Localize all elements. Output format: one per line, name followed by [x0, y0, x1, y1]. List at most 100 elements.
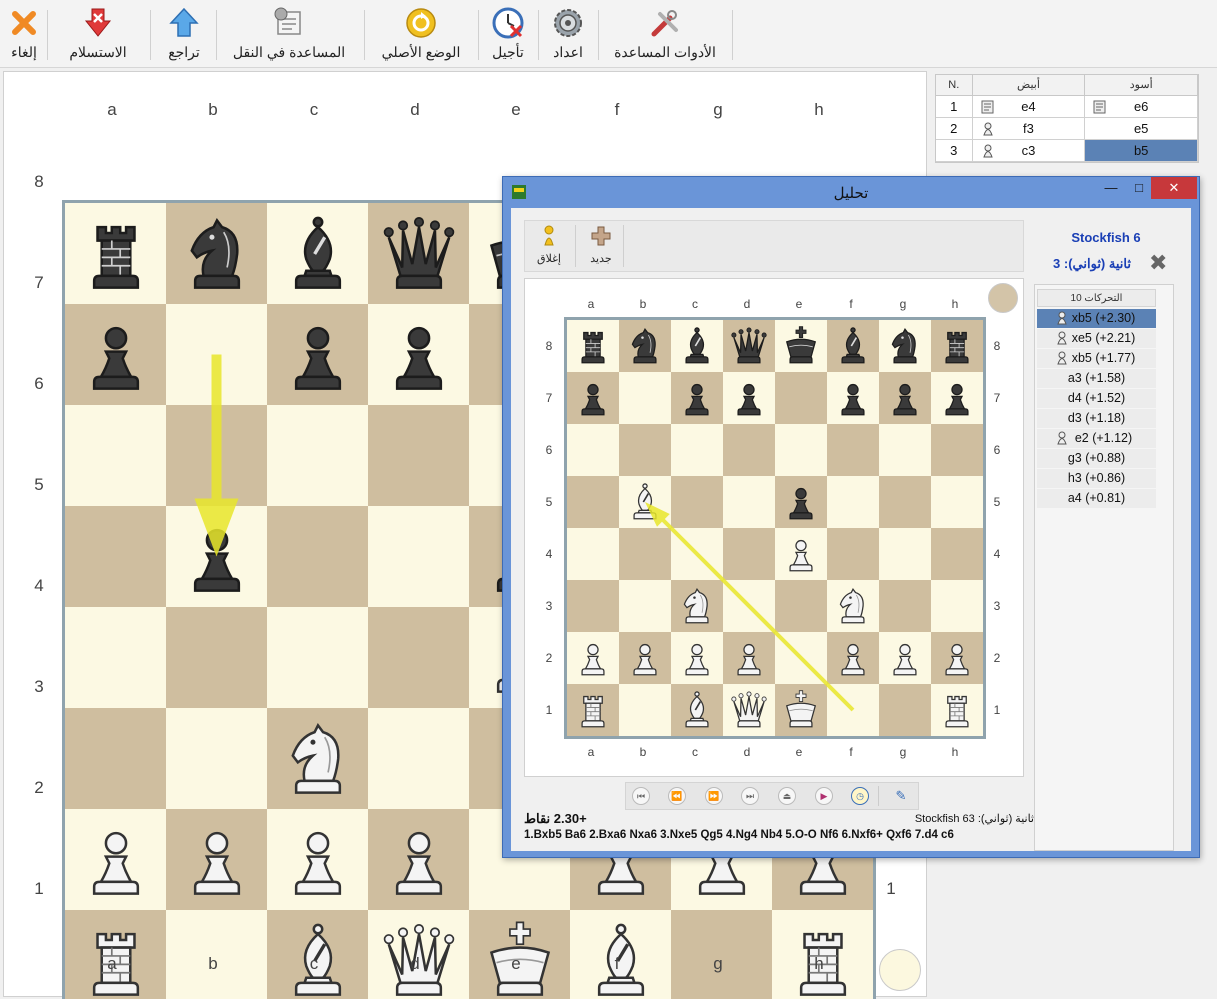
- board-square[interactable]: [65, 708, 166, 809]
- board-square[interactable]: [879, 320, 931, 372]
- board-square[interactable]: [671, 476, 723, 528]
- white-king-icon[interactable]: [780, 689, 822, 731]
- white-pawn-icon[interactable]: [377, 818, 461, 902]
- move-cell-black[interactable]: e6: [1084, 95, 1198, 118]
- board-square[interactable]: [567, 320, 619, 372]
- clock-icon[interactable]: ◷: [851, 787, 869, 805]
- board-square[interactable]: [827, 528, 879, 580]
- board-square[interactable]: [671, 632, 723, 684]
- board-square[interactable]: [267, 708, 368, 809]
- move-cell-white[interactable]: f3: [972, 117, 1086, 140]
- white-pawn-icon[interactable]: [624, 637, 666, 679]
- move-row[interactable]: 3 c3 b5: [936, 139, 1198, 162]
- original-position-button[interactable]: الوضع الأصلي: [372, 4, 470, 64]
- board-square[interactable]: [368, 607, 469, 708]
- black-pawn-icon[interactable]: [728, 377, 770, 419]
- board-square[interactable]: [619, 320, 671, 372]
- engine-move-item[interactable]: e2 (+1.12): [1037, 429, 1156, 448]
- board-square[interactable]: [619, 424, 671, 476]
- board-square[interactable]: [567, 632, 619, 684]
- board-square[interactable]: [166, 405, 267, 506]
- board-square[interactable]: [931, 320, 983, 372]
- engine-move-item[interactable]: d4 (+1.52): [1037, 389, 1156, 408]
- black-bishop-icon[interactable]: [832, 325, 874, 367]
- board-square[interactable]: [775, 320, 827, 372]
- board-square[interactable]: [619, 580, 671, 632]
- black-pawn-icon[interactable]: [276, 313, 360, 397]
- white-pawn-icon[interactable]: [780, 533, 822, 575]
- engine-move-item[interactable]: a3 (+1.58): [1037, 369, 1156, 388]
- board-square[interactable]: [166, 607, 267, 708]
- cancel-button[interactable]: إلغاء: [4, 4, 44, 64]
- move-row[interactable]: 1 e4 e6: [936, 95, 1198, 118]
- move-cell-white[interactable]: c3: [972, 139, 1086, 162]
- board-square[interactable]: [567, 528, 619, 580]
- black-pawn-icon[interactable]: [832, 377, 874, 419]
- board-square[interactable]: [267, 203, 368, 304]
- engine-move-item[interactable]: d3 (+1.18): [1037, 409, 1156, 428]
- white-pawn-icon[interactable]: [572, 637, 614, 679]
- board-square[interactable]: [723, 684, 775, 736]
- board-square[interactable]: [65, 607, 166, 708]
- board-square[interactable]: [723, 476, 775, 528]
- white-rook-icon[interactable]: [572, 689, 614, 731]
- board-square[interactable]: [671, 424, 723, 476]
- white-bishop-icon[interactable]: [624, 481, 666, 523]
- game-move-list[interactable]: N. أبيض أسود 1 e4 e6 2 f3 e5 3 c3 b5: [935, 74, 1199, 163]
- black-pawn-icon[interactable]: [377, 313, 461, 397]
- white-pawn-icon[interactable]: [884, 637, 926, 679]
- board-square[interactable]: [879, 476, 931, 528]
- board-square[interactable]: [619, 476, 671, 528]
- board-square[interactable]: [671, 580, 723, 632]
- engine-move-item[interactable]: a4 (+0.81): [1037, 489, 1156, 508]
- analysis-chessboard[interactable]: [564, 317, 986, 739]
- board-square[interactable]: [931, 424, 983, 476]
- eject-icon[interactable]: ⏏: [778, 787, 796, 805]
- board-square[interactable]: [619, 632, 671, 684]
- board-square[interactable]: [827, 476, 879, 528]
- minimize-button[interactable]: —: [1097, 177, 1125, 199]
- black-bishop-icon[interactable]: [676, 325, 718, 367]
- board-square[interactable]: [827, 320, 879, 372]
- engine-move-item[interactable]: xe5 (+2.21): [1037, 329, 1156, 348]
- board-square[interactable]: [723, 632, 775, 684]
- white-pawn-icon[interactable]: [276, 818, 360, 902]
- white-pawn-icon[interactable]: [676, 637, 718, 679]
- board-square[interactable]: [931, 632, 983, 684]
- board-square[interactable]: [567, 476, 619, 528]
- black-pawn-icon[interactable]: [676, 377, 718, 419]
- board-square[interactable]: [368, 809, 469, 910]
- prev-icon[interactable]: ⏪: [668, 787, 686, 805]
- board-square[interactable]: [267, 506, 368, 607]
- analysis-new-button[interactable]: جديد: [579, 225, 623, 265]
- move-help-button[interactable]: المساعدة في النقل: [222, 4, 356, 64]
- board-square[interactable]: [267, 304, 368, 405]
- board-square[interactable]: [166, 708, 267, 809]
- board-square[interactable]: [619, 372, 671, 424]
- black-rook-icon[interactable]: [572, 325, 614, 367]
- board-square[interactable]: [931, 476, 983, 528]
- white-pawn-icon[interactable]: [832, 637, 874, 679]
- board-square[interactable]: [827, 632, 879, 684]
- move-cell-white[interactable]: e4: [972, 95, 1086, 118]
- board-square[interactable]: [775, 424, 827, 476]
- board-square[interactable]: [775, 580, 827, 632]
- board-square[interactable]: [65, 405, 166, 506]
- white-knight-icon[interactable]: [832, 585, 874, 627]
- board-square[interactable]: [65, 304, 166, 405]
- board-square[interactable]: [368, 708, 469, 809]
- engine-move-item[interactable]: g3 (+0.88): [1037, 449, 1156, 468]
- board-square[interactable]: [827, 684, 879, 736]
- white-pawn-icon[interactable]: [936, 637, 978, 679]
- white-bishop-icon[interactable]: [676, 689, 718, 731]
- help-tools-button[interactable]: الأدوات المساعدة: [606, 4, 724, 64]
- board-square[interactable]: [619, 684, 671, 736]
- board-square[interactable]: [65, 809, 166, 910]
- board-square[interactable]: [879, 684, 931, 736]
- board-square[interactable]: [166, 809, 267, 910]
- white-knight-icon[interactable]: [676, 585, 718, 627]
- board-square[interactable]: [671, 320, 723, 372]
- black-knight-icon[interactable]: [884, 325, 926, 367]
- black-queen-icon[interactable]: [728, 325, 770, 367]
- black-pawn-icon[interactable]: [74, 313, 158, 397]
